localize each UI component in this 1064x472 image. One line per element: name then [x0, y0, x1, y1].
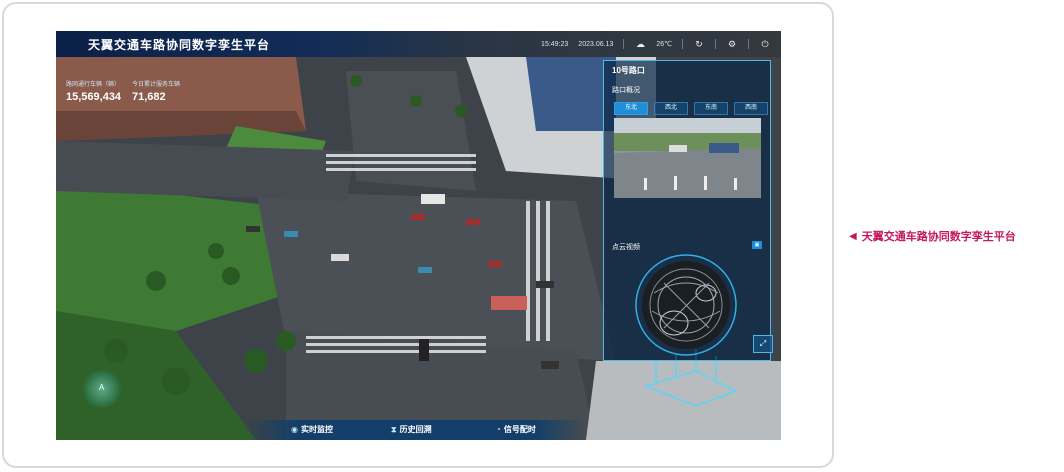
power-icon[interactable]: ⏻	[759, 38, 771, 50]
nav-history-playback[interactable]: ⧗ 历史回溯	[391, 424, 432, 435]
nav-label: 历史回溯	[399, 425, 432, 434]
nav-label: 实时监控	[300, 425, 333, 434]
camera-feed[interactable]	[614, 118, 761, 198]
intersection-panel: 10号路口 路口概况 东北 西北 东南 西南 点云视频 ▣	[603, 60, 771, 361]
caption-text: 天翼交通车路协同数字孪生平台	[861, 231, 1016, 243]
top-status-bar: 15:49:23 2023.06.13 ☁ 26℃ ↻ ⚙ ⏻	[541, 38, 771, 50]
compass-label: A	[99, 383, 105, 392]
clock-time: 15:49:23	[541, 40, 569, 48]
stat-label: 今日累计服务车辆	[132, 82, 181, 88]
tab-northeast[interactable]: 东北	[614, 102, 648, 115]
lidar-title: 点云视频	[612, 244, 640, 251]
divider	[715, 39, 716, 49]
bottom-nav: ◉ 实时监控 ⧗ 历史回溯 ◔ 信号配时	[246, 420, 586, 440]
tab-northwest[interactable]: 西北	[654, 102, 688, 115]
nav-realtime-monitor[interactable]: ◉ 实时监控	[291, 424, 333, 435]
stat-value: 15,569,434	[66, 91, 122, 103]
gear-icon[interactable]: ⚙	[726, 38, 738, 50]
tab-southeast[interactable]: 东南	[694, 102, 728, 115]
monitor-icon: ◉	[291, 425, 298, 434]
nav-signal-timing[interactable]: ◔ 信号配时	[496, 424, 536, 435]
lidar-pointcloud	[635, 254, 737, 356]
title-bar: 天翼交通车路协同数字孪生平台 15:49:23 2023.06.13 ☁ 26℃…	[56, 31, 781, 57]
panel-title: 10号路口	[612, 66, 645, 75]
tab-southwest[interactable]: 西南	[734, 102, 768, 115]
nav-label: 信号配时	[503, 425, 536, 434]
caret-left-icon: ◀	[849, 230, 857, 242]
stat-label: 路网通行车辆（辆）	[66, 82, 121, 88]
stat-total-vehicles: 路网通行车辆（辆） 15,569,434	[66, 79, 121, 103]
divider	[623, 39, 625, 49]
stat-served-today: 今日累计服务车辆 71,682	[132, 79, 180, 103]
refresh-icon[interactable]: ↻	[693, 38, 705, 50]
divider	[748, 39, 749, 49]
camera-image	[614, 118, 761, 198]
hourglass-icon: ⧗	[391, 424, 397, 434]
temperature: 26℃	[656, 41, 672, 48]
cloud-icon: ☁	[635, 38, 645, 49]
signal-icon: ◔	[496, 425, 501, 434]
app-screen: 天翼交通车路协同数字孪生平台 15:49:23 2023.06.13 ☁ 26℃…	[56, 31, 781, 440]
stat-value: 71,682	[132, 91, 166, 103]
lidar-view[interactable]	[614, 253, 764, 357]
lidar-settings-button[interactable]: ▣	[752, 241, 762, 249]
app-title: 天翼交通车路协同数字孪生平台	[88, 38, 271, 52]
direction-tabs: 东北 西北 东南 西南	[614, 102, 768, 115]
divider	[682, 39, 683, 49]
clock-date: 2023.06.13	[578, 40, 614, 48]
compass[interactable]: A	[82, 369, 122, 409]
figure-caption: ◀ 天翼交通车路协同数字孪生平台	[849, 228, 1016, 244]
overview-title: 路口概况	[612, 87, 640, 94]
expand-button[interactable]: ⤢	[753, 335, 773, 353]
